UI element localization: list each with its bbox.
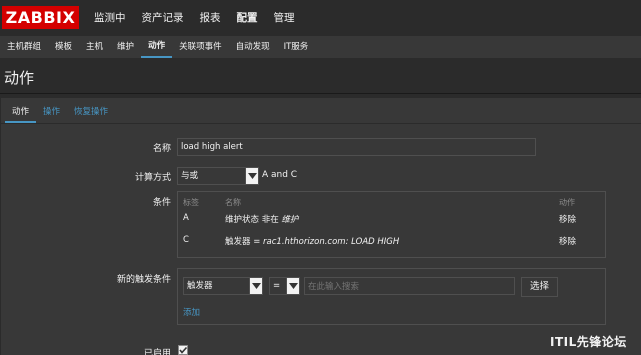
- nav-administration[interactable]: 管理: [266, 0, 303, 36]
- nav-reports[interactable]: 报表: [192, 0, 229, 36]
- watermark: ITIL先锋论坛: [550, 335, 627, 349]
- conditions-header-name: 名称: [225, 198, 241, 207]
- trigger-search-input[interactable]: [304, 277, 515, 295]
- condition-a-value: 维护: [281, 215, 299, 225]
- name-input[interactable]: load high alert: [177, 138, 536, 156]
- condition-c-label: C: [183, 235, 189, 245]
- zabbix-logo[interactable]: ZABBIX: [2, 6, 79, 29]
- top-bar: ZABBIX 监测中 资产记录 报表 配置 管理: [0, 0, 641, 36]
- nav-configuration[interactable]: 配置: [229, 0, 266, 36]
- trigger-operator-value: =: [273, 281, 281, 291]
- condition-c-value: rac1.hthorizon.com: LOAD HIGH: [263, 237, 400, 247]
- form-panel: 动作 操作 恢复操作 名称 load high alert 计算方式 与或 A …: [1, 98, 641, 355]
- chevron-down-icon: [245, 167, 259, 185]
- trigger-type-select[interactable]: 触发器: [183, 277, 263, 295]
- sub-nav: 主机群组 模板 主机 维护 动作 关联项事件 自动发现 IT服务: [0, 36, 641, 58]
- calc-formula-text: A and C: [262, 170, 298, 180]
- subnav-templates[interactable]: 模板: [48, 36, 79, 58]
- condition-a-name: 维护状态 非在 维护: [225, 213, 298, 225]
- page-header: 动作: [0, 58, 641, 94]
- calc-select-value: 与或: [181, 171, 199, 181]
- page-title: 动作: [4, 69, 35, 87]
- condition-a-prefix: 维护状态 非在: [225, 215, 282, 225]
- subnav-discovery[interactable]: 自动发现: [229, 36, 277, 58]
- subnav-it-services[interactable]: IT服务: [277, 36, 316, 58]
- new-trigger-label: 新的触发条件: [116, 275, 171, 285]
- conditions-header-label: 标签: [183, 198, 199, 207]
- main-nav: 监测中 资产记录 报表 配置 管理: [86, 0, 303, 36]
- select-button[interactable]: 选择: [521, 277, 558, 297]
- condition-c-remove-link[interactable]: 移除: [559, 235, 576, 247]
- conditions-label: 条件: [152, 198, 171, 208]
- nav-inventory[interactable]: 资产记录: [134, 0, 192, 36]
- tab-bar: 动作 操作 恢复操作: [1, 98, 641, 124]
- trigger-operator-select[interactable]: =: [269, 277, 300, 295]
- add-link[interactable]: 添加: [183, 306, 200, 318]
- condition-c-prefix: 触发器 =: [225, 237, 264, 247]
- subnav-hosts[interactable]: 主机: [79, 36, 110, 58]
- chevron-down-icon: [249, 277, 263, 295]
- name-label: 名称: [152, 144, 171, 154]
- subnav-event-correlation[interactable]: 关联项事件: [172, 36, 229, 58]
- calc-label: 计算方式: [134, 173, 171, 183]
- chevron-down-icon: [286, 277, 300, 295]
- conditions-table: 标签 名称 动作 A 维护状态 非在 维护 移除 C 触发器 = rac1.ht…: [177, 191, 606, 258]
- enabled-checkbox[interactable]: [178, 345, 188, 355]
- subnav-host-groups[interactable]: 主机群组: [0, 36, 48, 58]
- conditions-header-action: 动作: [559, 198, 575, 207]
- subnav-actions[interactable]: 动作: [141, 36, 173, 58]
- condition-a-label: A: [183, 213, 189, 223]
- tab-recovery-operations[interactable]: 恢复操作: [67, 105, 115, 123]
- tab-action[interactable]: 动作: [5, 105, 37, 123]
- calc-select[interactable]: 与或: [177, 167, 259, 185]
- condition-c-name: 触发器 = rac1.hthorizon.com: LOAD HIGH: [225, 235, 399, 247]
- trigger-type-value: 触发器: [187, 281, 213, 291]
- check-icon: [179, 346, 188, 354]
- enabled-label: 已启用: [143, 349, 171, 355]
- nav-monitoring[interactable]: 监测中: [86, 0, 134, 36]
- tab-operations[interactable]: 操作: [36, 105, 67, 123]
- subnav-maintenance[interactable]: 维护: [110, 36, 141, 58]
- new-trigger-box: 触发器 = 选择 添加: [177, 268, 606, 325]
- condition-a-remove-link[interactable]: 移除: [559, 213, 576, 225]
